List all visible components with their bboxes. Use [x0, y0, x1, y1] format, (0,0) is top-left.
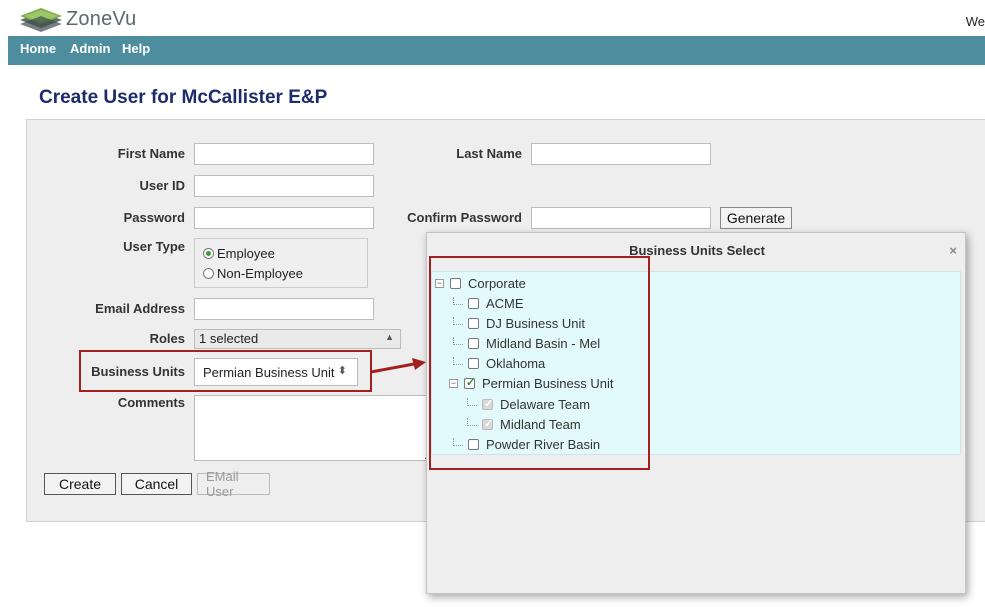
last-name-label: Last Name: [456, 146, 522, 161]
callout-arrow-icon: [370, 358, 426, 374]
create-button[interactable]: Create: [44, 473, 116, 495]
close-icon[interactable]: ×: [949, 243, 957, 258]
updown-arrow-icon: ▲: [385, 332, 394, 342]
user-type-non-employee[interactable]: Non-Employee: [203, 266, 303, 281]
confirm-password-input[interactable]: [531, 207, 711, 229]
user-type-label: User Type: [123, 239, 185, 254]
user-type-group: Employee Non-Employee: [194, 238, 368, 288]
welcome-text: We: [965, 14, 985, 29]
nav-help[interactable]: Help: [122, 41, 150, 56]
cancel-button[interactable]: Cancel: [121, 473, 192, 495]
page-title: Create User for McCallister E&P: [39, 87, 328, 108]
last-name-input[interactable]: [531, 143, 711, 165]
comments-textarea[interactable]: [194, 395, 434, 461]
comments-label: Comments: [117, 395, 185, 410]
password-label: Password: [123, 210, 185, 225]
non-employee-label: Non-Employee: [217, 266, 303, 281]
user-type-employee[interactable]: Employee: [203, 246, 275, 261]
app-name: ZoneVu: [66, 7, 137, 30]
user-id-label: User ID: [139, 178, 185, 193]
confirm-password-label: Confirm Password: [407, 210, 522, 225]
user-id-input[interactable]: [194, 175, 374, 197]
email-label: Email Address: [95, 301, 185, 316]
radio-non-employee[interactable]: [203, 268, 214, 279]
roles-value: 1 selected: [199, 331, 259, 346]
generate-button[interactable]: Generate: [720, 207, 792, 229]
first-name-input[interactable]: [194, 143, 374, 165]
nav-bar: Home Admin Help: [8, 36, 985, 65]
tree-highlight: [429, 256, 650, 470]
employee-label: Employee: [217, 246, 275, 261]
updown-arrow-icon: ⬍: [337, 365, 347, 377]
business-units-select[interactable]: Permian Business Unit ⬍: [194, 358, 358, 386]
email-user-button[interactable]: EMail User: [197, 469, 270, 499]
nav-home[interactable]: Home: [20, 41, 56, 56]
zonevu-logo-icon: [20, 8, 62, 32]
app-header: ZoneVu We: [0, 0, 985, 36]
roles-label: Roles: [149, 331, 185, 346]
password-input[interactable]: [194, 207, 374, 229]
business-units-value: Permian Business Unit: [203, 365, 335, 380]
radio-employee[interactable]: [203, 248, 214, 259]
app-logo[interactable]: ZoneVu: [18, 6, 137, 32]
roles-select[interactable]: 1 selected ▲: [194, 329, 401, 349]
business-units-label: Business Units: [91, 364, 185, 379]
nav-admin[interactable]: Admin: [70, 41, 110, 56]
first-name-label: First Name: [117, 146, 185, 161]
email-input[interactable]: [194, 298, 374, 320]
